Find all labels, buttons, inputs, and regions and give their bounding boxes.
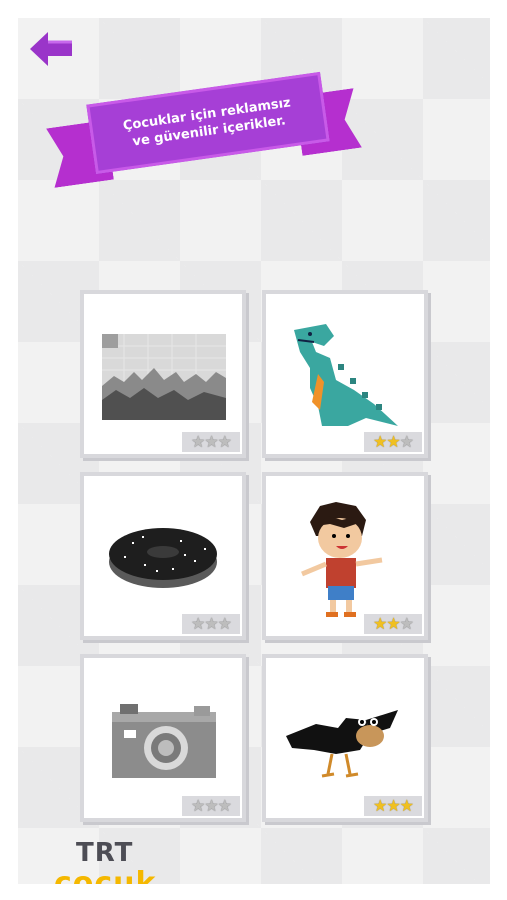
star-rating: ★ ★ ★ — [182, 614, 240, 634]
star-icon: ★ — [204, 796, 218, 815]
star-icon: ★ — [204, 614, 218, 633]
star-icon: ★ — [386, 796, 400, 815]
star-icon: ★ — [190, 432, 205, 451]
star-rating: ★ ★ ★ — [364, 432, 422, 452]
card-dinosaur[interactable]: ★ ★ ★ — [262, 290, 428, 458]
app-screen: Çocuklar için reklamsız ve güvenilir içe… — [18, 18, 490, 884]
star-icon: ★ — [372, 432, 387, 451]
banner-ribbon: Çocuklar için reklamsız ve güvenilir içe… — [86, 71, 330, 175]
star-icon: ★ — [190, 614, 205, 633]
star-icon: ★ — [217, 614, 232, 633]
card-camera[interactable]: ★ ★ ★ — [80, 654, 246, 822]
dinosaur-image — [294, 324, 398, 426]
info-banner: Çocuklar için reklamsız ve güvenilir içe… — [50, 66, 370, 206]
back-arrow-icon — [30, 32, 72, 66]
star-icon: ★ — [204, 432, 218, 451]
star-rating: ★ ★ ★ — [364, 614, 422, 634]
card-crow[interactable]: ★ ★ ★ — [262, 654, 428, 822]
trt-cocuk-logo: TRT çocuk — [36, 838, 176, 884]
star-icon: ★ — [399, 614, 414, 633]
logo-line-2: çocuk — [54, 866, 157, 884]
star-icon: ★ — [372, 796, 387, 815]
card-donut[interactable]: ★ ★ ★ — [80, 472, 246, 640]
star-rating: ★ ★ ★ — [182, 432, 240, 452]
logo-line-1: TRT — [76, 838, 134, 868]
landscape-image — [102, 334, 226, 420]
star-icon: ★ — [399, 796, 414, 815]
star-rating: ★ ★ ★ — [364, 796, 422, 816]
star-icon: ★ — [190, 796, 205, 815]
star-icon: ★ — [386, 432, 400, 451]
star-icon: ★ — [399, 432, 414, 451]
card-boy[interactable]: ★ ★ ★ — [262, 472, 428, 640]
star-icon: ★ — [217, 796, 232, 815]
star-icon: ★ — [217, 432, 232, 451]
card-landscape[interactable]: ★ ★ ★ — [80, 290, 246, 458]
crow-image — [286, 710, 398, 778]
camera-image — [112, 704, 216, 778]
boy-image — [301, 502, 383, 617]
star-icon: ★ — [372, 614, 387, 633]
star-rating: ★ ★ ★ — [182, 796, 240, 816]
star-icon: ★ — [386, 614, 400, 633]
donut-image — [109, 528, 217, 588]
back-button[interactable] — [28, 28, 74, 70]
